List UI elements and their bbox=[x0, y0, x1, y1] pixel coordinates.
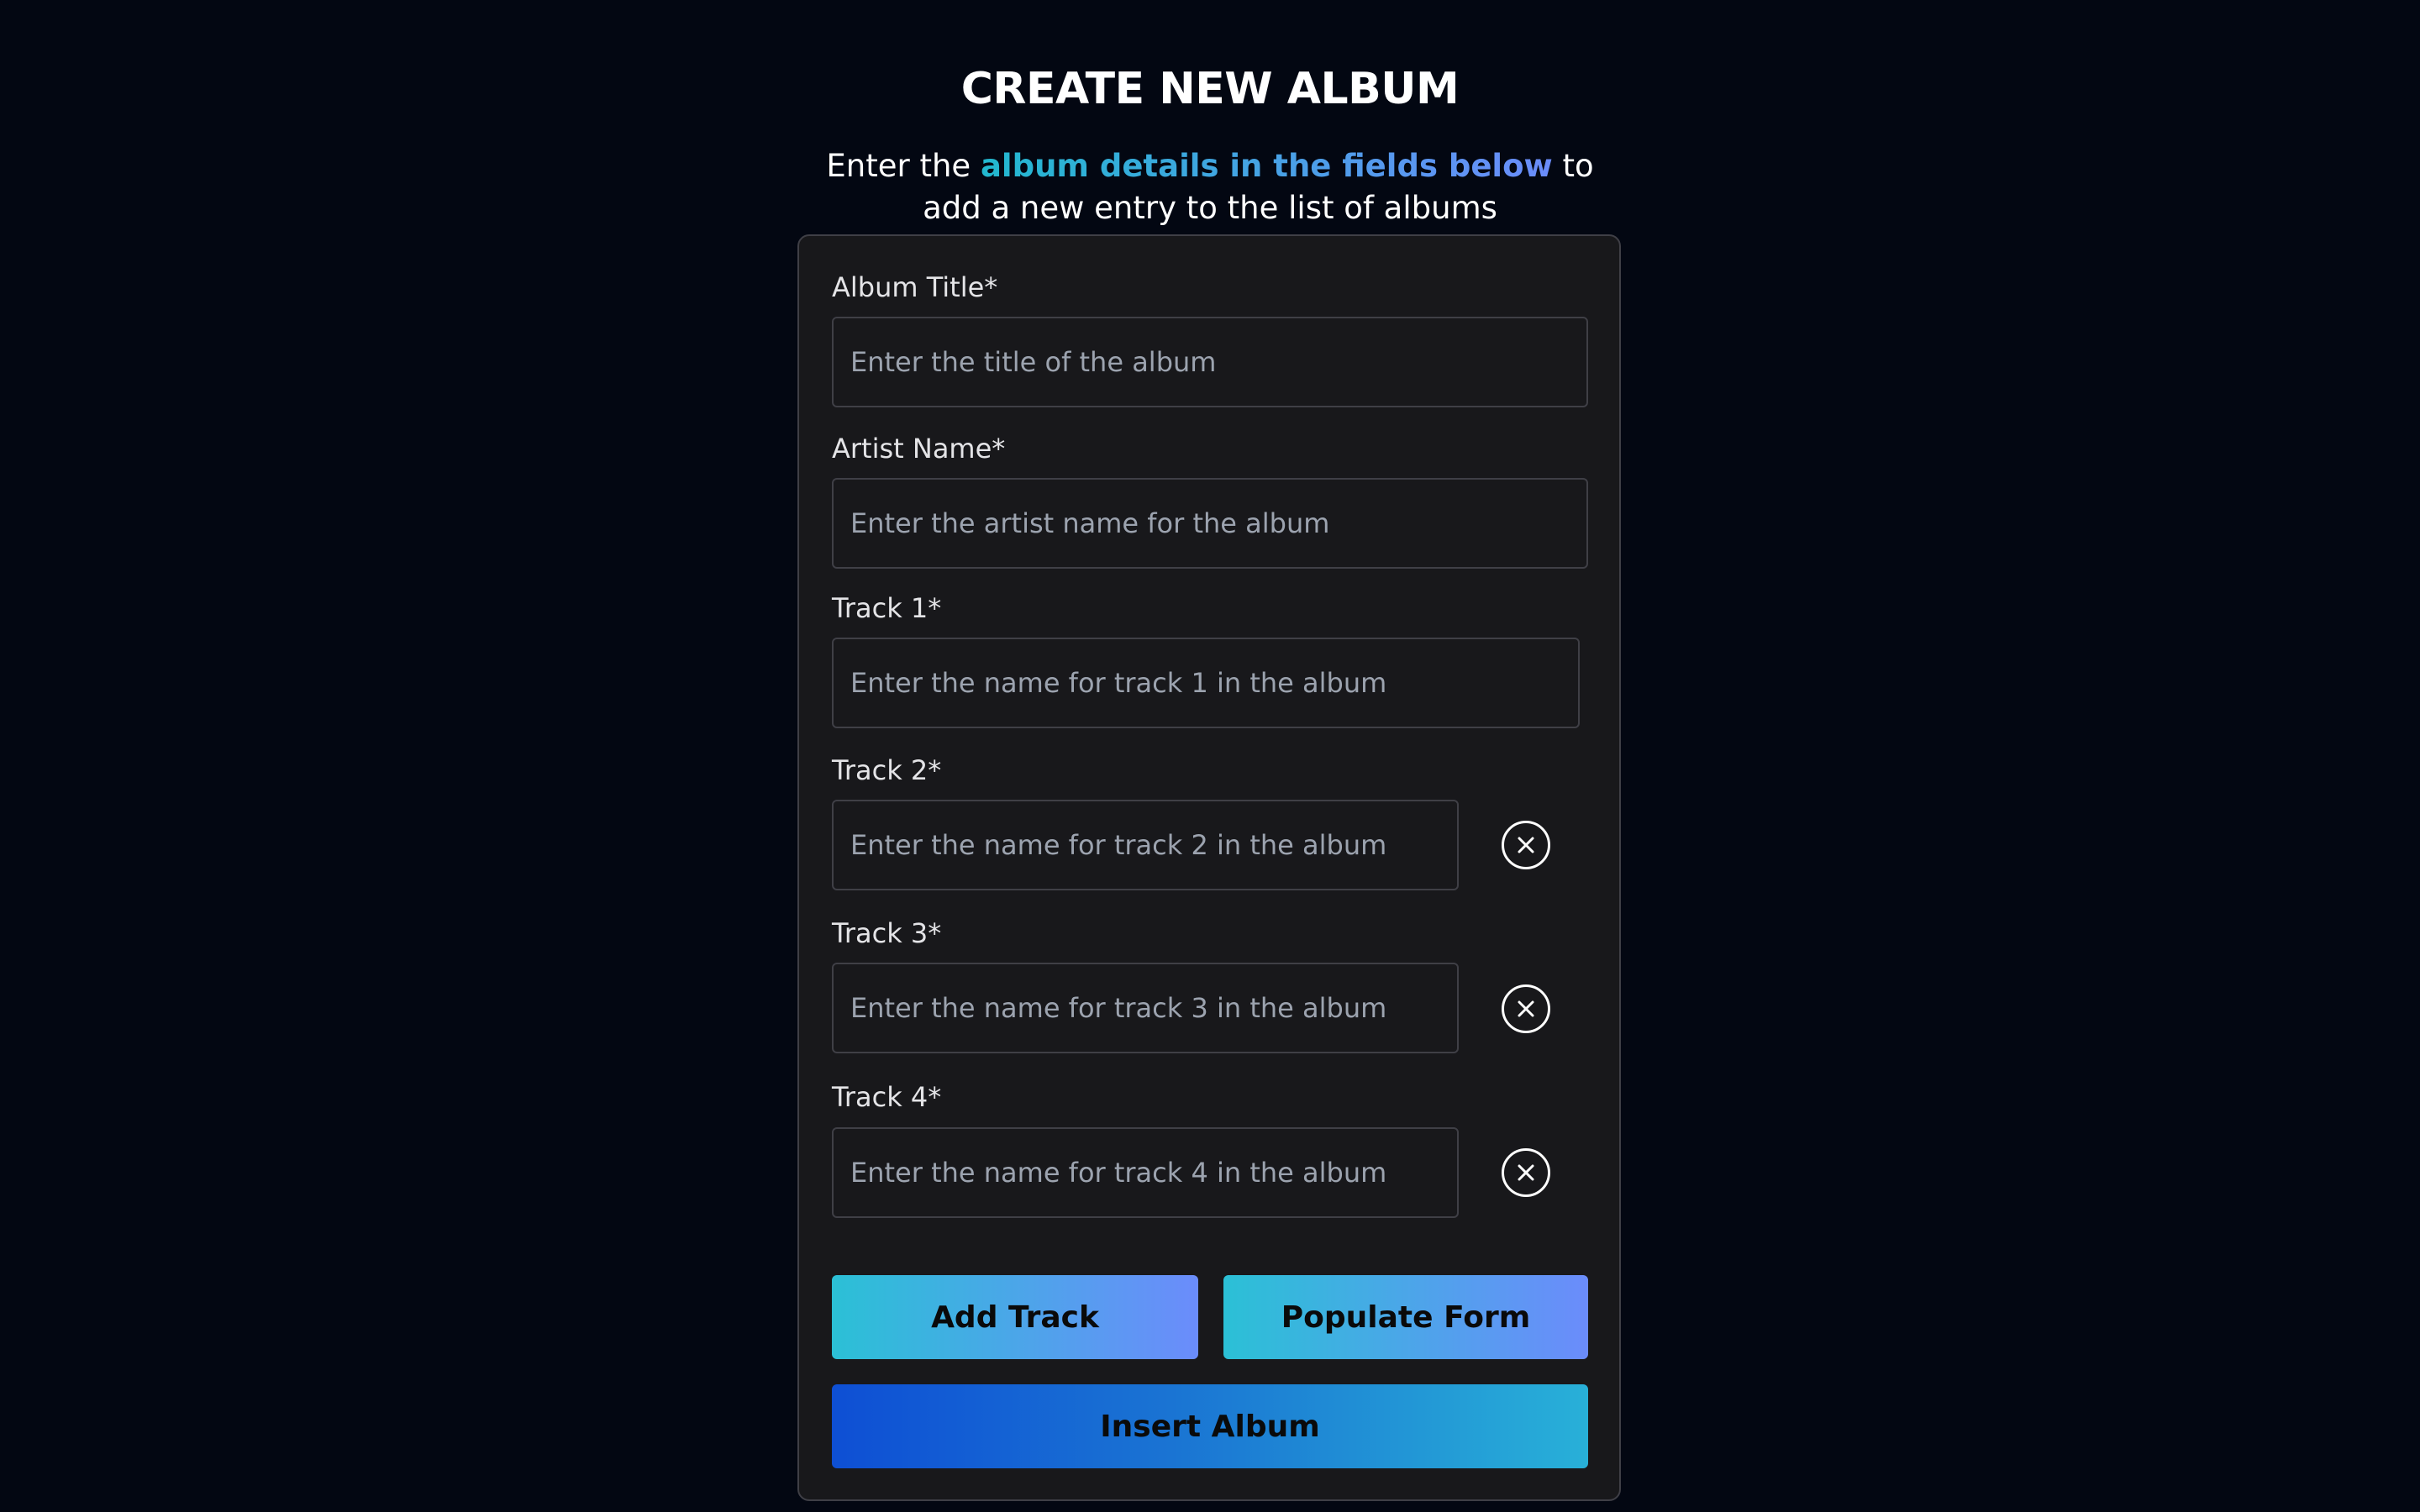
add-track-button[interactable]: Add Track bbox=[832, 1275, 1198, 1359]
create-album-page: CREATE NEW ALBUM Enter the album details… bbox=[0, 0, 2420, 1512]
close-circle-icon bbox=[1518, 1000, 1534, 1017]
track-2-label: Track 2* bbox=[832, 754, 942, 786]
track-1-input[interactable] bbox=[832, 638, 1580, 728]
album-title-input[interactable] bbox=[832, 317, 1588, 407]
artist-name-label: Artist Name* bbox=[832, 433, 1006, 465]
populate-form-button[interactable]: Populate Form bbox=[1223, 1275, 1588, 1359]
track-4-input[interactable] bbox=[832, 1127, 1459, 1218]
track-1-label: Track 1* bbox=[832, 592, 942, 624]
remove-track-4-button[interactable] bbox=[1502, 1148, 1550, 1197]
page-subtitle: Enter the album details in the fields be… bbox=[807, 145, 1613, 229]
insert-album-button[interactable]: Insert Album bbox=[832, 1384, 1588, 1468]
track-4-label: Track 4* bbox=[832, 1081, 942, 1113]
track-2-input[interactable] bbox=[832, 800, 1459, 890]
track-3-label: Track 3* bbox=[832, 917, 942, 949]
artist-name-input[interactable] bbox=[832, 478, 1588, 569]
close-circle-icon bbox=[1518, 837, 1534, 853]
album-title-label: Album Title* bbox=[832, 271, 998, 303]
remove-track-2-button[interactable] bbox=[1502, 821, 1550, 869]
close-circle-icon bbox=[1518, 1164, 1534, 1181]
track-3-input[interactable] bbox=[832, 963, 1459, 1053]
subtitle-prefix: Enter the bbox=[826, 148, 981, 184]
subtitle-accent: album details in the fields below bbox=[980, 148, 1553, 184]
remove-track-3-button[interactable] bbox=[1502, 984, 1550, 1033]
page-title: CREATE NEW ALBUM bbox=[960, 63, 1460, 114]
